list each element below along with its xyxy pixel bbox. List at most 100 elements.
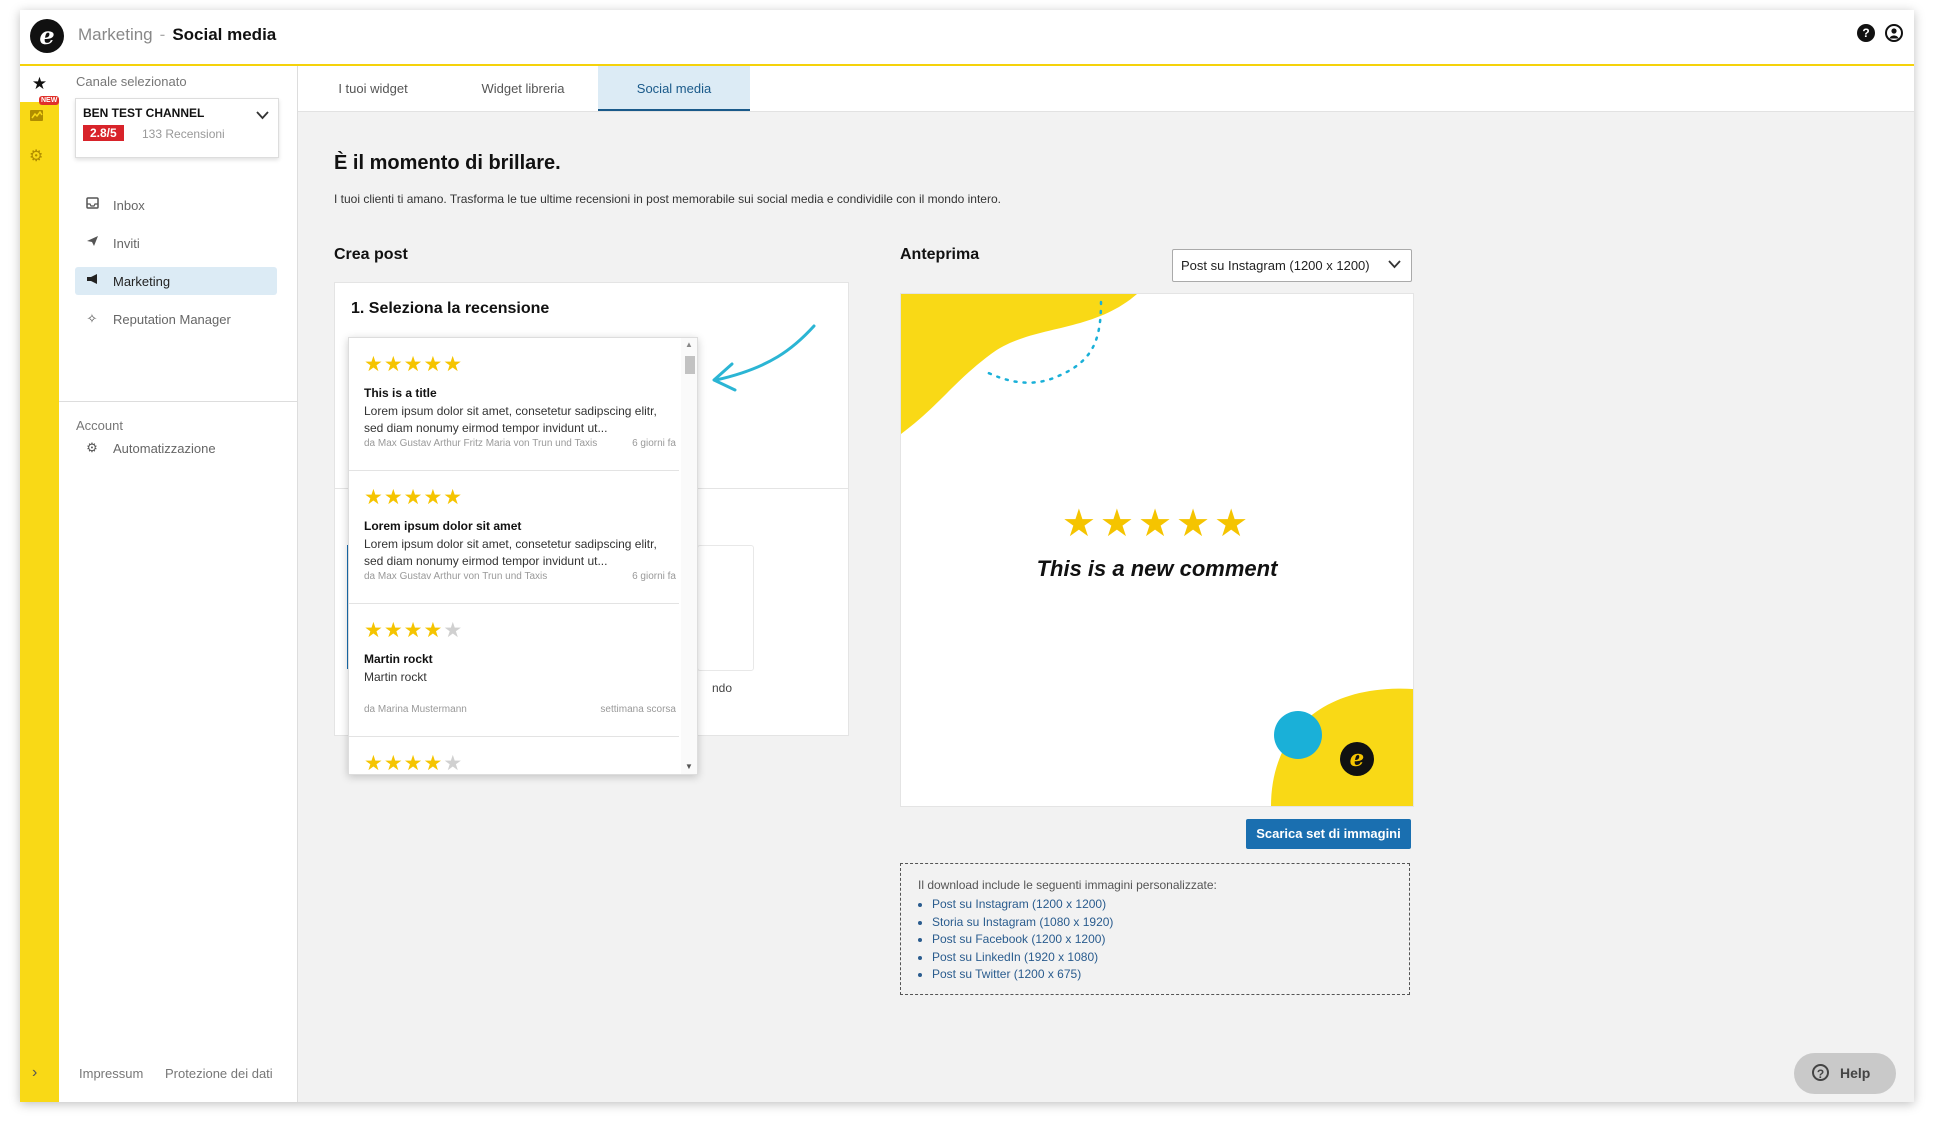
- channel-name: BEN TEST CHANNEL: [83, 106, 205, 120]
- nav-item-label: Marketing: [113, 274, 171, 289]
- tab-bar: I tuoi widget Widget libreria Social med…: [298, 66, 1914, 112]
- breadcrumb: Marketing - Social media: [78, 25, 276, 45]
- help-icon[interactable]: ?: [1857, 24, 1875, 42]
- review-date: 6 giorni fa: [632, 571, 676, 582]
- privacy-link[interactable]: Protezione dei dati: [165, 1066, 273, 1081]
- tab-social-media[interactable]: Social media: [598, 66, 750, 111]
- download-format-item: Storia su Instagram (1080 x 1920): [932, 914, 1113, 932]
- download-format-item: Post su Instagram (1200 x 1200): [932, 896, 1113, 914]
- review-body: Lorem ipsum dolor sit amet, consetetur s…: [364, 537, 657, 568]
- step-title: 1. Seleziona la recensione: [351, 300, 550, 317]
- breadcrumb-parent[interactable]: Marketing: [78, 25, 153, 44]
- review-date: settimana scorsa: [600, 704, 676, 715]
- breadcrumb-current: Social media: [172, 25, 277, 44]
- new-badge: NEW: [39, 96, 60, 105]
- preview-comment: This is a new comment: [1036, 556, 1278, 581]
- review-stars: ★★★★★: [364, 486, 464, 509]
- nav-item-marketing[interactable]: Marketing: [75, 267, 277, 295]
- review-author: da Max Gustav Arthur Fritz Maria von Tru…: [364, 438, 598, 449]
- review-meta: da Max Gustav Arthur Fritz Maria von Tru…: [364, 438, 676, 449]
- nav-item-reputation-manager[interactable]: ✧ Reputation Manager: [75, 305, 277, 333]
- inbox-icon: [84, 197, 100, 212]
- scrollbar-thumb[interactable]: [685, 356, 695, 374]
- download-images-button[interactable]: Scarica set di immagini: [1246, 819, 1411, 849]
- download-info-box: Il download include le seguenti immagini…: [900, 863, 1410, 995]
- review-body: Lorem ipsum dolor sit amet, consetetur s…: [364, 404, 657, 435]
- user-icon[interactable]: [1885, 24, 1903, 42]
- download-format-list: Post su Instagram (1200 x 1200) Storia s…: [918, 896, 1113, 984]
- nav-item-automation[interactable]: ⚙ Automatizzazione: [75, 434, 277, 462]
- review-stars: ★★★★★: [364, 619, 464, 642]
- icon-rail: ★ NEW ⚙ ›: [20, 66, 60, 1102]
- trusted-shops-logo[interactable]: e: [30, 19, 64, 53]
- review-title: Martin rockt: [364, 652, 433, 666]
- new-feature-icon[interactable]: [29, 108, 45, 127]
- channel-label: Canale selezionato: [76, 74, 187, 89]
- nav-item-inbox[interactable]: Inbox: [75, 191, 277, 219]
- page-title: È il momento di brillare.: [334, 152, 561, 174]
- download-format-item: Post su LinkedIn (1920 x 1080): [932, 949, 1113, 967]
- review-meta: da Marina Mustermann settimana scorsa: [364, 704, 676, 715]
- review-title: This is a title: [364, 386, 437, 400]
- scroll-down-icon[interactable]: ▼: [685, 762, 693, 771]
- review-body: Martin rockt: [364, 670, 427, 684]
- sidebar: Canale selezionato BEN TEST CHANNEL 2.8/…: [59, 66, 298, 1102]
- review-author: da Max Gustav Arthur von Trun und Taxis: [364, 571, 548, 582]
- question-circle-icon: ?: [1812, 1064, 1829, 1081]
- breadcrumb-separator: -: [159, 25, 166, 44]
- page-intro: I tuoi clienti ti amano. Trasforma le tu…: [334, 192, 1001, 206]
- review-date: 6 giorni fa: [632, 438, 676, 449]
- background-option-card[interactable]: [697, 545, 754, 671]
- review-title: Lorem ipsum dolor sit amet: [364, 519, 522, 533]
- preview-title: Anteprima: [900, 246, 980, 263]
- automation-gear-icon: ⚙: [86, 440, 98, 455]
- chevron-down-icon: [256, 107, 269, 123]
- download-format-item: Post su Facebook (1200 x 1200): [932, 931, 1113, 949]
- nav-item-label: Inviti: [113, 236, 140, 251]
- pointer-arrow-icon: [712, 324, 816, 392]
- nav-item-invites[interactable]: Inviti: [75, 229, 277, 257]
- send-icon: [84, 235, 100, 250]
- reviews-count: 133 Recensioni: [142, 127, 225, 141]
- review-stars: ★★★★★: [364, 752, 464, 775]
- channel-selector[interactable]: BEN TEST CHANNEL 2.8/5 133 Recensioni: [75, 98, 279, 158]
- chevron-down-icon: [1388, 257, 1401, 272]
- nav-item-label: Inbox: [113, 198, 145, 213]
- review-dropdown[interactable]: ★★★★★ This is a title Lorem ipsum dolor …: [348, 337, 698, 775]
- megaphone-icon: [84, 273, 100, 288]
- chevron-right-icon[interactable]: ›: [32, 1064, 37, 1082]
- scroll-up-icon[interactable]: ▲: [685, 340, 693, 349]
- app-window: e Marketing - Social media ? ★ NEW ⚙ › Can…: [20, 10, 1914, 1102]
- review-meta: da Max Gustav Arthur von Trun und Taxis …: [364, 571, 676, 582]
- dropdown-scrollbar[interactable]: ▲ ▼: [681, 338, 697, 774]
- gear-icon[interactable]: ⚙: [29, 146, 43, 166]
- review-stars: ★★★★★: [364, 353, 464, 376]
- help-button[interactable]: ? Help: [1794, 1053, 1896, 1094]
- nav-item-label: Automatizzazione: [113, 441, 216, 456]
- download-format-item: Post su Twitter (1200 x 675): [932, 966, 1113, 984]
- tab-widget-library[interactable]: Widget libreria: [448, 66, 598, 111]
- preview-stars: ★★★★★: [1061, 503, 1253, 545]
- help-label: Help: [1840, 1065, 1871, 1081]
- review-author: da Marina Mustermann: [364, 704, 467, 715]
- top-header: e Marketing - Social media ?: [20, 10, 1914, 66]
- preview-logo: e: [1340, 742, 1374, 776]
- review-option[interactable]: ★★★★★ Lorem ipsum dolor sit amet Lorem i…: [349, 471, 679, 604]
- preview-format-select[interactable]: Post su Instagram (1200 x 1200): [1172, 249, 1412, 282]
- review-option[interactable]: ★★★★★: [349, 737, 679, 775]
- account-label: Account: [76, 418, 123, 433]
- preview-format-value: Post su Instagram (1200 x 1200): [1181, 258, 1370, 273]
- review-option[interactable]: ★★★★★ Martin rockt Martin rockt da Marin…: [349, 604, 679, 737]
- rating-badge: 2.8/5: [83, 125, 124, 141]
- sidebar-divider: [59, 401, 297, 402]
- sparkle-icon: ✧: [86, 311, 98, 326]
- review-option[interactable]: ★★★★★ This is a title Lorem ipsum dolor …: [349, 338, 679, 471]
- nav-item-label: Reputation Manager: [113, 312, 231, 327]
- download-info-title: Il download include le seguenti immagini…: [918, 878, 1217, 892]
- preview-decoration: [901, 294, 1413, 806]
- tab-your-widgets[interactable]: I tuoi widget: [298, 66, 448, 111]
- impressum-link[interactable]: Impressum: [79, 1066, 143, 1081]
- background-option-label: ndo: [712, 681, 733, 695]
- social-post-preview: ★★★★★ This is a new comment e: [900, 293, 1414, 807]
- create-post-title: Crea post: [334, 246, 408, 263]
